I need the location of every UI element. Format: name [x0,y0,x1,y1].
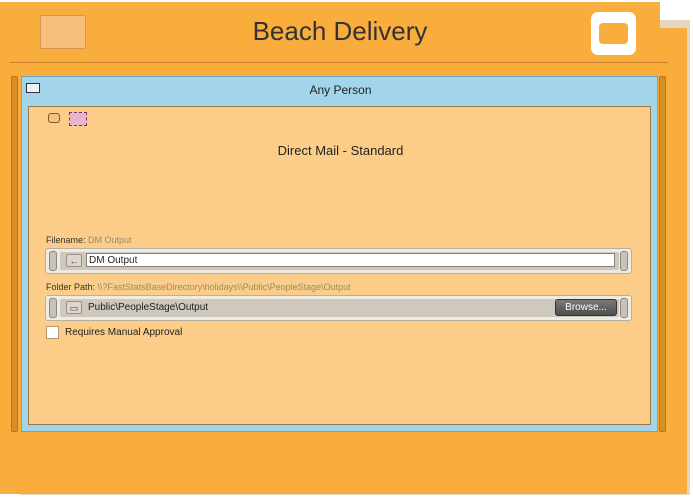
field-left-cap [49,298,57,318]
folder-label: Folder Path: \\?FastStatsBaseDirectory\h… [46,282,351,292]
browse-button[interactable]: Browse... [555,299,617,316]
filename-label-text: Filename: [46,235,86,245]
folder-hint: \\?FastStatsBaseDirectory\holidays\\Publ… [97,282,351,292]
folder-track: ▭ Public\PeopleStage\Output Browse... [60,299,619,317]
manual-approval-checkbox[interactable] [46,326,59,339]
folder-icon: ▭ [66,301,82,314]
right-resize-handle[interactable] [659,76,666,432]
text-cursor-icon: ← [66,254,82,267]
audience-panel: Any Person Direct Mail - Standard Filena… [21,76,658,432]
panel-title: Any Person [309,83,372,97]
channel-icon [48,113,60,123]
filename-field: ← DM Output [45,248,632,274]
page-title: Beach Delivery [252,16,428,46]
field-right-cap [620,251,628,271]
manual-approval-label: Requires Manual Approval [65,327,183,338]
field-right-cap [620,298,628,318]
window-icon [599,23,628,44]
filename-hint: DM Output [88,235,132,245]
header-divider [10,62,668,63]
filename-track: ← DM Output [60,252,619,270]
left-resize-handle[interactable] [11,76,18,432]
filename-input[interactable]: DM Output [86,253,615,267]
field-left-cap [49,251,57,271]
folder-path-value: Public\PeopleStage\Output [88,302,209,313]
channel-card: Direct Mail - Standard Filename: DM Outp… [28,106,651,425]
selection-icon[interactable] [69,112,87,126]
filename-label: Filename: DM Output [46,235,132,245]
channel-title: Direct Mail - Standard [277,143,404,158]
maximize-button[interactable] [591,12,636,55]
folder-label-text: Folder Path: [46,282,96,292]
folder-field: ▭ Public\PeopleStage\Output Browse... [45,295,632,321]
